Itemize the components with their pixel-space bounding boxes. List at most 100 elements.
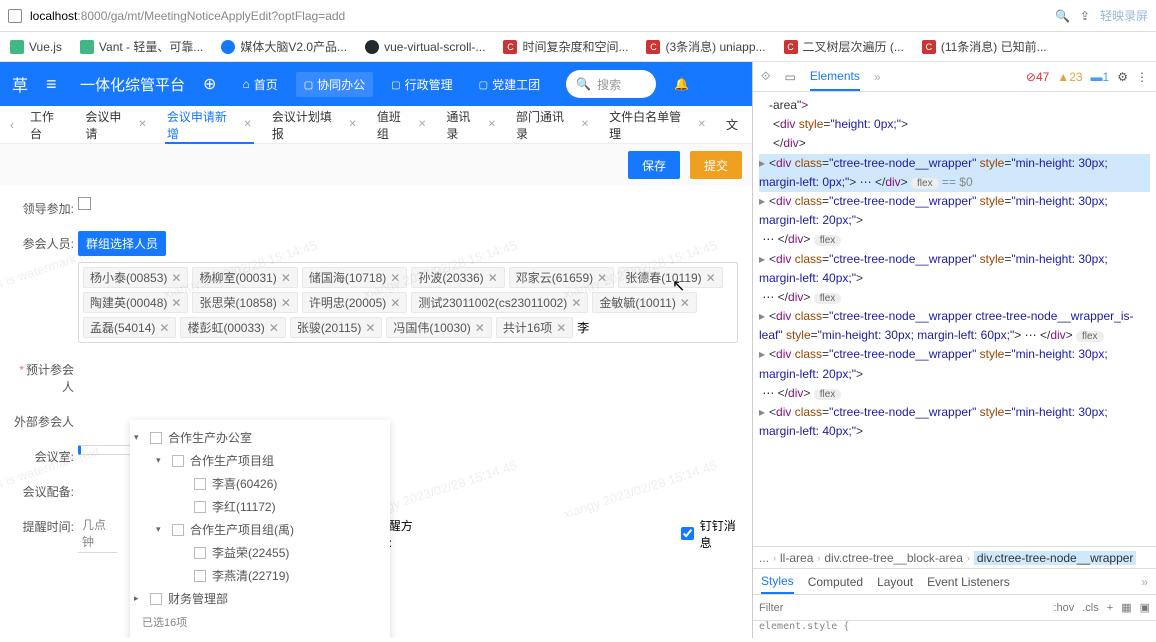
nav-party[interactable]: 党建工团 <box>471 72 548 97</box>
remove-icon[interactable]: ✕ <box>281 271 291 285</box>
tab-item[interactable]: 会议申请✕ <box>75 106 156 144</box>
kebab-icon[interactable]: ⋮ <box>1136 70 1148 84</box>
person-tag[interactable]: 张思荣(10858)✕ <box>192 292 297 313</box>
bookmark-item[interactable]: Vue.js <box>10 40 62 54</box>
tab-item[interactable]: 文件白名单管理✕ <box>599 106 716 144</box>
search-icon[interactable]: 🔍 <box>1055 9 1070 23</box>
remove-icon[interactable]: ✕ <box>365 321 375 335</box>
bookmark-item[interactable]: C(3条消息) uniapp... <box>646 38 765 55</box>
person-tag[interactable]: 杨柳室(00031)✕ <box>192 267 297 288</box>
remove-icon[interactable]: ✕ <box>269 321 279 335</box>
warn-count[interactable]: ▲23 <box>1057 70 1082 84</box>
tab-item[interactable]: 值班组✕ <box>367 106 437 144</box>
cls-toggle[interactable]: .cls <box>1082 602 1099 614</box>
person-tag[interactable]: 孙波(20336)✕ <box>411 267 504 288</box>
globe-icon[interactable] <box>203 74 216 94</box>
header-search[interactable]: 🔍搜索 <box>566 70 656 98</box>
dom-breadcrumb[interactable]: ...› ll-area› div.ctree-tree__block-area… <box>753 546 1156 568</box>
person-tag[interactable]: 杨小泰(00853)✕ <box>83 267 188 288</box>
tab-item[interactable]: 文 <box>716 106 748 144</box>
more-icon[interactable]: » <box>1141 575 1148 589</box>
tree-node[interactable]: ▾合作生产项目组 <box>156 449 386 472</box>
hamburger-icon[interactable] <box>46 74 62 95</box>
tree-node[interactable]: ▾合作生产办公室 <box>134 426 386 449</box>
bookmark-item[interactable]: Vant - 轻量、可靠... <box>80 38 203 55</box>
remove-icon[interactable]: ✕ <box>475 321 485 335</box>
close-icon[interactable]: ✕ <box>581 119 589 130</box>
tree-node[interactable]: ▸财务管理部 <box>134 587 386 610</box>
bookmark-item[interactable]: C(11条消息) 已知前... <box>922 38 1047 55</box>
plus-icon[interactable]: + <box>1107 602 1113 614</box>
tab-item[interactable]: 通讯录✕ <box>436 106 506 144</box>
more-tabs-icon[interactable]: » <box>874 70 881 84</box>
submit-button[interactable]: 提交 <box>690 151 742 179</box>
error-count[interactable]: ⊘47 <box>1026 70 1049 84</box>
remove-icon[interactable]: ✕ <box>390 296 400 310</box>
tree-node[interactable]: ▾合作生产项目组(禹) <box>156 518 386 541</box>
remove-icon[interactable]: ✕ <box>597 271 607 285</box>
person-tag[interactable]: 陶建英(00048)✕ <box>83 292 188 313</box>
tab-scroll-left-icon[interactable]: ‹ <box>4 118 20 132</box>
close-icon[interactable]: ✕ <box>243 119 251 130</box>
tab-item[interactable]: 会议计划填报✕ <box>262 106 367 144</box>
nav-collab[interactable]: 协同办公 <box>296 72 373 97</box>
dingding-checkbox[interactable]: 钉钉消息 <box>681 517 738 551</box>
node-checkbox[interactable] <box>194 570 206 582</box>
group-select-button[interactable]: 群组选择人员 <box>78 231 166 256</box>
node-checkbox[interactable] <box>194 547 206 559</box>
person-tag[interactable]: 孟磊(54014)✕ <box>83 317 176 338</box>
save-button[interactable]: 保存 <box>628 151 680 179</box>
node-checkbox[interactable] <box>194 501 206 513</box>
tag-input[interactable] <box>577 317 607 338</box>
remove-icon[interactable]: ✕ <box>171 296 181 310</box>
expand-icon[interactable]: ▾ <box>156 455 166 466</box>
person-tag[interactable]: 储国海(10718)✕ <box>302 267 407 288</box>
events-tab[interactable]: Event Listeners <box>927 575 1010 589</box>
tab-item[interactable]: 会议申请新增✕ <box>157 106 262 144</box>
bookmark-item[interactable]: 媒体大脑V2.0产品... <box>221 38 347 55</box>
tree-node[interactable]: 李喜(60426) <box>178 472 386 495</box>
participants-tags[interactable]: 杨小泰(00853)✕ 杨柳室(00031)✕ 储国海(10718)✕ 孙波(2… <box>78 262 738 343</box>
expand-icon[interactable]: ▸ <box>134 593 144 604</box>
remove-icon[interactable]: ✕ <box>556 321 566 335</box>
close-icon[interactable]: ✕ <box>138 119 146 130</box>
tree-node[interactable]: 李燕清(22719) <box>178 564 386 587</box>
tree-node[interactable]: 李红(11172) <box>178 495 386 518</box>
tree-node[interactable]: 李益荣(22455) <box>178 541 386 564</box>
hov-toggle[interactable]: :hov <box>1053 602 1074 614</box>
person-tag[interactable]: 张骏(20115)✕ <box>290 317 383 338</box>
close-icon[interactable]: ✕ <box>348 119 356 130</box>
close-icon[interactable]: ✕ <box>698 119 706 130</box>
remove-icon[interactable]: ✕ <box>680 296 690 310</box>
styles-tab[interactable]: Styles <box>761 574 794 594</box>
filter-input[interactable] <box>759 602 1045 614</box>
person-tag[interactable]: 测试23011002(cs23011002)✕ <box>411 292 588 313</box>
tab-workbench[interactable]: 工作台 <box>20 106 75 144</box>
person-tag[interactable]: 邓家云(61659)✕ <box>509 267 614 288</box>
layout-icon[interactable]: ▦ <box>1121 601 1131 614</box>
bookmark-item[interactable]: C时间复杂度和空间... <box>503 38 628 55</box>
node-checkbox[interactable] <box>194 478 206 490</box>
gear-icon[interactable]: ⚙ <box>1117 70 1128 84</box>
elements-tab[interactable]: Elements <box>810 69 860 91</box>
close-icon[interactable]: ✕ <box>418 119 426 130</box>
remove-icon[interactable]: ✕ <box>159 321 169 335</box>
device-icon[interactable]: ▭ <box>784 70 795 84</box>
bookmark-item[interactable]: C二叉树层次遍历 (... <box>784 38 904 55</box>
info-count[interactable]: ▬1 <box>1091 70 1110 84</box>
person-tag[interactable]: 许明忠(20005)✕ <box>302 292 407 313</box>
person-tag[interactable]: 冯国伟(10030)✕ <box>386 317 491 338</box>
expand-icon[interactable]: ▾ <box>156 524 166 535</box>
node-checkbox[interactable] <box>150 432 162 444</box>
remove-icon[interactable]: ✕ <box>171 271 181 285</box>
tab-item[interactable]: 部门通讯录✕ <box>506 106 599 144</box>
remove-icon[interactable]: ✕ <box>281 296 291 310</box>
remove-icon[interactable]: ✕ <box>706 271 716 285</box>
nav-admin[interactable]: 行政管理 <box>383 72 460 97</box>
person-tag[interactable]: 金敏毓(10011)✕ <box>592 292 697 313</box>
bell-icon[interactable] <box>674 77 689 91</box>
person-tag[interactable]: 楼彭虹(00033)✕ <box>180 317 285 338</box>
share-icon[interactable]: ⇪ <box>1080 9 1090 23</box>
remind-time-select[interactable]: 几点钟 <box>78 514 117 553</box>
dom-tree[interactable]: -area"> <div style="height: 0px;"></div>… <box>753 92 1156 546</box>
